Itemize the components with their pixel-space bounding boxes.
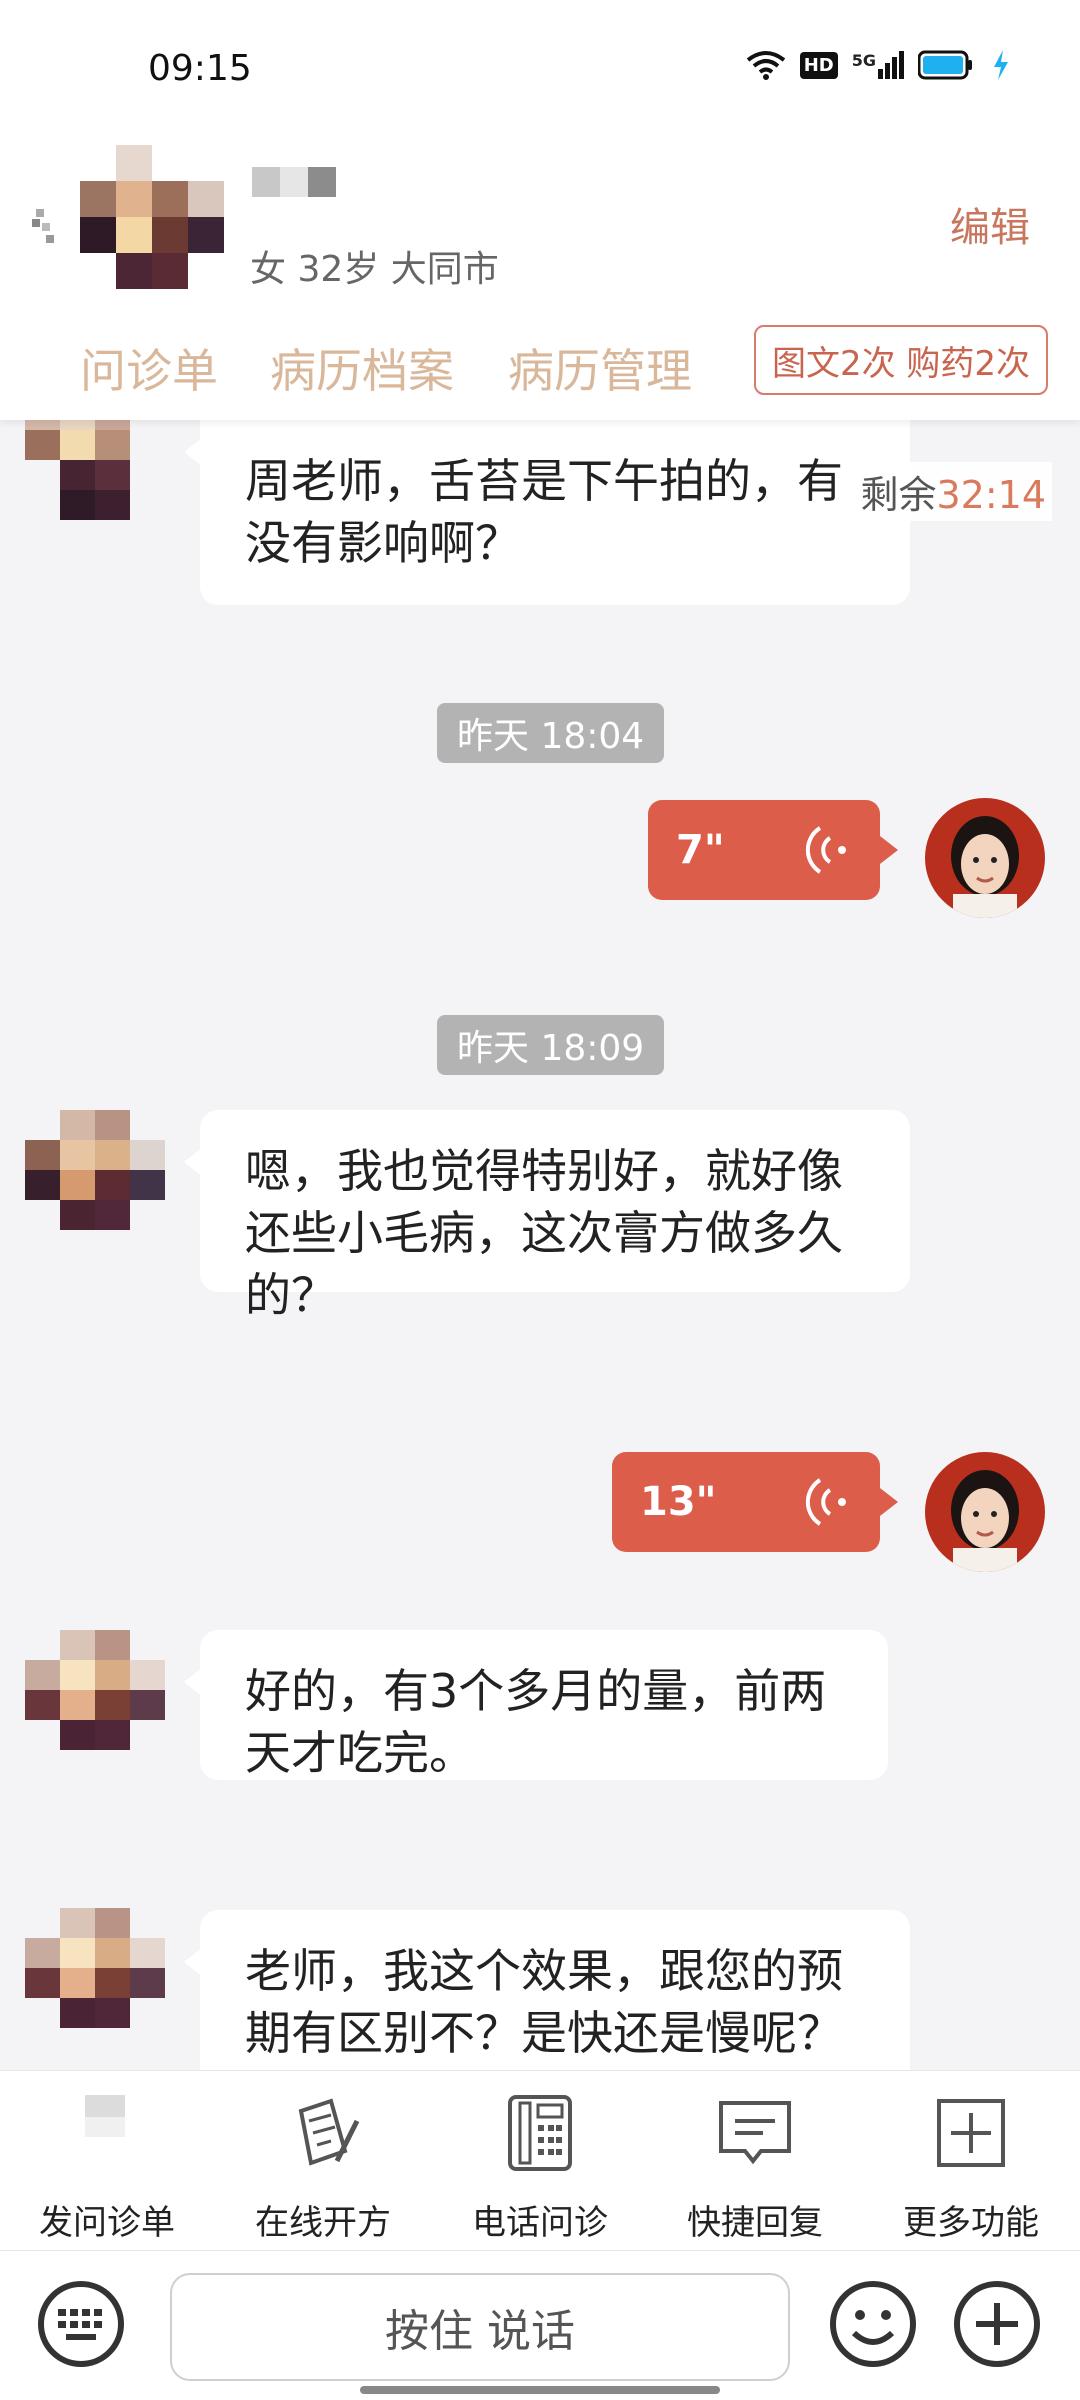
remaining-time-indicator: 剩余32:14: [854, 462, 1052, 521]
tool-label: 在线开方: [255, 2203, 391, 2243]
patient-message-avatar[interactable]: [25, 1110, 165, 1230]
status-bar: 09:15 HD 5G: [0, 0, 1080, 135]
doctor-avatar[interactable]: [925, 1452, 1045, 1572]
timestamp-chip: 昨天 18:09: [437, 1015, 665, 1075]
send-consult-form-button[interactable]: 发问诊单: [12, 2091, 202, 2244]
home-indicator[interactable]: [360, 2386, 720, 2394]
doctor-photo: [925, 1452, 1045, 1572]
patient-name-redacted: [252, 167, 336, 197]
hold-to-talk-button[interactable]: 按住 说话: [170, 2273, 790, 2381]
patient-message-avatar[interactable]: [25, 1630, 165, 1750]
chat-area[interactable]: 周老师，舌苔是下午拍的，有没有影响啊？ 剩余32:14 昨天 18:04 7" …: [0, 420, 1080, 2070]
signal-icon: 5G: [852, 51, 904, 79]
phone-consult-button[interactable]: 电话问诊: [445, 2091, 635, 2244]
online-prescription-button[interactable]: 在线开方: [228, 2091, 418, 2244]
hd-icon: HD: [799, 51, 838, 79]
voice-message[interactable]: 7": [648, 800, 898, 900]
add-icon[interactable]: [952, 2279, 1042, 2369]
status-time: 09:15: [148, 48, 252, 89]
keyboard-icon[interactable]: [36, 2279, 126, 2369]
voice-wave-icon: [805, 1478, 846, 1526]
quick-reply-button[interactable]: 快捷回复: [660, 2091, 850, 2244]
header-tabs: 问诊单 病历档案 病历管理 图文2次 购药2次: [0, 325, 1080, 405]
tab-medical-records[interactable]: 病历档案: [270, 335, 454, 401]
emoji-icon[interactable]: [828, 2279, 918, 2369]
message-text: 周老师，舌苔是下午拍的，有没有影响啊？: [245, 454, 843, 570]
message-text: 好的，有3个多月的量，前两天才吃完。: [245, 1664, 827, 1780]
battery-icon: [918, 50, 972, 80]
message-bubble[interactable]: 嗯，我也觉得特别好，就好像还些小毛病，这次膏方做多久的？: [184, 1110, 910, 1322]
tool-label: 快捷回复: [687, 2203, 823, 2243]
patient-header: 女 32岁 大同市 编辑 问诊单 病历档案 病历管理 图文2次 购药2次: [0, 135, 1080, 420]
voice-duration: 13": [640, 1479, 717, 1525]
action-toolbar: 发问诊单 在线开方 电话问诊 快捷回复 更多功能: [0, 2070, 1080, 2250]
remaining-label: 剩余: [860, 473, 937, 517]
back-icon[interactable]: [30, 195, 70, 255]
doctor-photo: [925, 798, 1045, 918]
message-bubble[interactable]: 好的，有3个多月的量，前两天才吃完。: [184, 1630, 888, 1780]
tab-consult-form[interactable]: 问诊单: [80, 335, 218, 401]
status-icons: HD 5G: [746, 50, 1010, 80]
voice-wave-icon: [805, 826, 846, 874]
remaining-time: 32:14: [936, 473, 1046, 517]
network-label: 5G: [851, 51, 876, 70]
timestamp-chip: 昨天 18:04: [437, 703, 665, 763]
patient-message-avatar[interactable]: [25, 1908, 165, 2028]
tab-record-management[interactable]: 病历管理: [508, 335, 692, 401]
tool-label: 发问诊单: [39, 2203, 175, 2243]
tool-label: 更多功能: [903, 2203, 1039, 2243]
message-bubble[interactable]: 周老师，舌苔是下午拍的，有没有影响啊？: [184, 420, 910, 605]
consult-form-icon: [85, 2095, 125, 2137]
telephone-icon: [508, 2095, 572, 2171]
charging-icon: [994, 50, 1008, 80]
message-bubble[interactable]: 老师，我这个效果，跟您的预期有区别不？是快还是慢呢？: [184, 1910, 910, 2070]
voice-message[interactable]: 13": [612, 1452, 898, 1552]
input-bar: 按住 说话: [0, 2250, 1080, 2400]
patient-message-avatar[interactable]: [25, 420, 165, 520]
prescription-pen-icon: [298, 2098, 360, 2166]
voice-duration: 7": [676, 827, 725, 873]
doctor-avatar[interactable]: [925, 798, 1045, 918]
patient-info: 女 32岁 大同市: [250, 249, 499, 290]
quick-reply-icon: [719, 2101, 791, 2165]
edit-button[interactable]: 编辑: [950, 195, 1030, 253]
message-text: 老师，我这个效果，跟您的预期有区别不？是快还是慢呢？: [245, 1944, 843, 2060]
message-text: 嗯，我也觉得特别好，就好像还些小毛病，这次膏方做多久的？: [245, 1144, 843, 1322]
quota-badge[interactable]: 图文2次 购药2次: [754, 325, 1048, 395]
wifi-icon: [746, 51, 785, 80]
patient-avatar[interactable]: [80, 145, 226, 291]
more-functions-button[interactable]: 更多功能: [876, 2091, 1066, 2244]
tool-label: 电话问诊: [472, 2203, 608, 2243]
plus-square-icon: [937, 2099, 1005, 2167]
